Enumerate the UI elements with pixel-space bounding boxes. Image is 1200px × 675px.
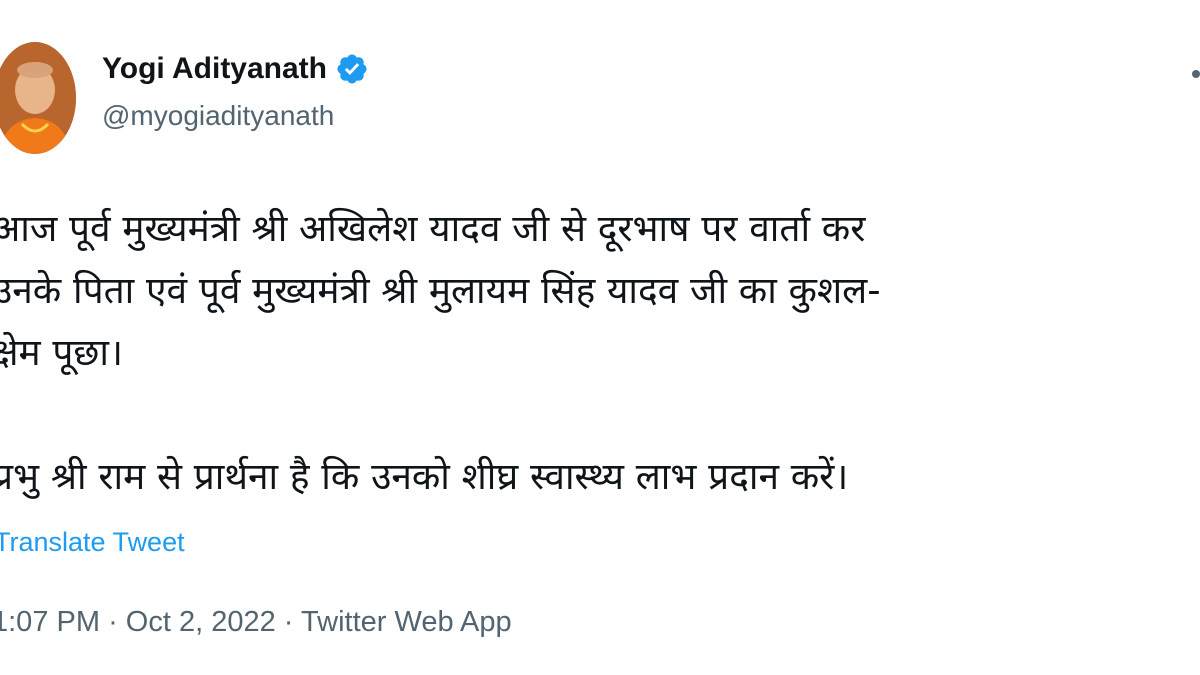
tweet-text-line: आज पूर्व मुख्यमंत्री श्री अखिलेश यादव जी… — [0, 207, 866, 250]
tweet-text: आज पूर्व मुख्यमंत्री श्री अखिलेश यादव जी… — [0, 198, 1192, 508]
meta-separator: · — [283, 606, 294, 638]
author-handle[interactable]: @myogiadityanath — [102, 100, 334, 132]
avatar[interactable] — [0, 42, 76, 154]
tweet-text-line: उनके पिता एवं पूर्व मुख्यमंत्री श्री मुल… — [0, 269, 881, 312]
tweet-metadata: 1:07 PM · Oct 2, 2022 · Twitter Web App — [0, 606, 512, 639]
more-options-icon[interactable] — [1192, 70, 1200, 78]
tweet-time[interactable]: 1:07 PM — [0, 606, 100, 638]
author-name[interactable]: Yogi Adityanath — [102, 52, 327, 86]
verified-badge-icon — [337, 54, 367, 84]
translate-tweet-link[interactable]: Translate Tweet — [0, 527, 185, 558]
tweet-source: Twitter Web App — [301, 606, 512, 638]
tweet-text-line: प्रभु श्री राम से प्रार्थना है कि उनको श… — [0, 455, 849, 498]
meta-separator: · — [108, 606, 118, 638]
tweet-text-line: क्षेम पूछा। — [0, 331, 123, 374]
author-name-row[interactable]: Yogi Adityanath — [102, 52, 369, 86]
tweet-date[interactable]: Oct 2, 2022 — [126, 606, 276, 638]
avatar-image — [0, 42, 76, 154]
